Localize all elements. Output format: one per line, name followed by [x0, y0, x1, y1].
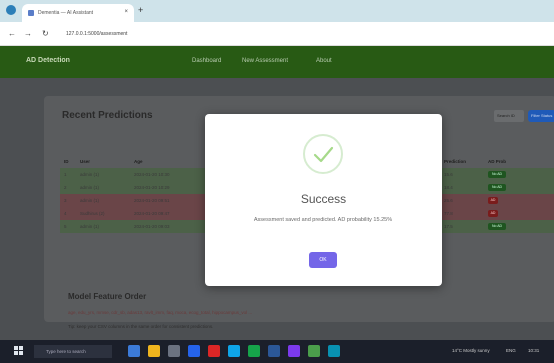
status-badge: AD [488, 197, 498, 204]
status-badge: No AD [488, 184, 506, 191]
header-id: ID [64, 158, 69, 164]
file-explorer-icon[interactable] [148, 345, 160, 357]
mail-icon[interactable] [228, 345, 240, 357]
status-badge: No AD [488, 223, 506, 230]
windows-start-icon[interactable] [14, 346, 24, 356]
check-icon [303, 134, 343, 174]
cell-prediction: 17.5 [440, 220, 484, 233]
filter-button[interactable]: Filter Status [528, 110, 554, 122]
tab-close-icon[interactable]: × [124, 9, 128, 15]
cell-user: admin (1) [76, 194, 130, 207]
vscode-icon[interactable] [288, 345, 300, 357]
new-tab-button[interactable]: + [138, 5, 143, 15]
search-input[interactable]: Search ID [494, 110, 524, 122]
feature-order-title: Model Feature Order [68, 292, 147, 301]
ok-button[interactable]: OK [309, 252, 337, 268]
cell-badge: No AD [484, 220, 554, 233]
nav-link-new-assessment[interactable]: New Assessment [242, 58, 288, 64]
brand-logo[interactable]: AD Detection [26, 57, 70, 64]
address-bar: ← → ↻ 127.0.0.1:5000/assessment [0, 22, 554, 46]
browser-menu-icon[interactable] [6, 5, 16, 15]
back-icon[interactable]: ← [8, 29, 16, 38]
cell-user: Sudhirus (2) [76, 207, 130, 220]
cell-prediction: 25.6 [440, 194, 484, 207]
nav-link-about[interactable]: About [316, 58, 332, 64]
taskbar-search-input[interactable]: Type here to search [34, 345, 112, 358]
cell-id: 4 [60, 207, 76, 220]
cell-prediction: 77.8 [440, 207, 484, 220]
cell-badge: No AD [484, 168, 554, 181]
success-modal: Success Assessment saved and predicted. … [205, 114, 442, 286]
forward-icon[interactable]: → [24, 29, 32, 38]
card-title: Recent Predictions [62, 110, 153, 121]
header-prediction: Prediction [444, 158, 467, 164]
browser-tab-bar: Dementia — AI Assistant × + [0, 0, 554, 22]
task-view-icon[interactable] [128, 345, 140, 357]
cell-badge: AD [484, 207, 554, 220]
terminal-icon[interactable] [308, 345, 320, 357]
settings-icon[interactable] [168, 345, 180, 357]
tab-favicon-icon [28, 10, 34, 16]
nav-link-dashboard[interactable]: Dashboard [192, 58, 221, 64]
cell-id: 3 [60, 194, 76, 207]
cell-user: admin (1) [76, 181, 130, 194]
os-taskbar: Type here to search 14°C Mostly sunny EN… [0, 340, 554, 363]
header-ad-prob: AD Prob [488, 158, 506, 164]
modal-message: Assessment saved and predicted. AD proba… [253, 217, 393, 223]
reload-icon[interactable]: ↻ [42, 29, 49, 38]
status-badge: AD [488, 210, 498, 217]
cell-id: 2 [60, 181, 76, 194]
cell-user: admin (1) [76, 168, 130, 181]
teams-icon[interactable] [328, 345, 340, 357]
cell-user: admin (1) [76, 220, 130, 233]
cell-id: 1 [60, 168, 76, 181]
cell-badge: AD [484, 194, 554, 207]
check-icon-svg [313, 146, 334, 163]
clock[interactable]: 10:31 [528, 348, 539, 353]
cell-id: 5 [60, 220, 76, 233]
tab-title: Dementia — AI Assistant [38, 10, 94, 16]
browser-tab[interactable]: Dementia — AI Assistant × [22, 4, 134, 22]
chrome-icon[interactable] [208, 345, 220, 357]
url-input[interactable]: 127.0.0.1:5000/assessment [66, 29, 486, 40]
language-indicator[interactable]: ENG [506, 348, 516, 353]
app-navbar: AD Detection Dashboard New Assessment Ab… [0, 46, 554, 78]
excel-icon[interactable] [248, 345, 260, 357]
cell-prediction: 18.4 [440, 181, 484, 194]
cell-badge: No AD [484, 181, 554, 194]
edge-icon[interactable] [188, 345, 200, 357]
status-badge: No AD [488, 171, 506, 178]
header-user: User [80, 158, 91, 164]
feature-order-note: Tip: keep your CSV columns in the same o… [68, 324, 214, 329]
modal-title: Success [300, 192, 347, 206]
cell-prediction: 15.6 [440, 168, 484, 181]
weather-widget[interactable]: 14°C Mostly sunny [452, 348, 490, 353]
feature-order-list: age, edu_yrs, mmse, cdr_sb, adas13, ravl… [68, 310, 253, 315]
word-icon[interactable] [268, 345, 280, 357]
